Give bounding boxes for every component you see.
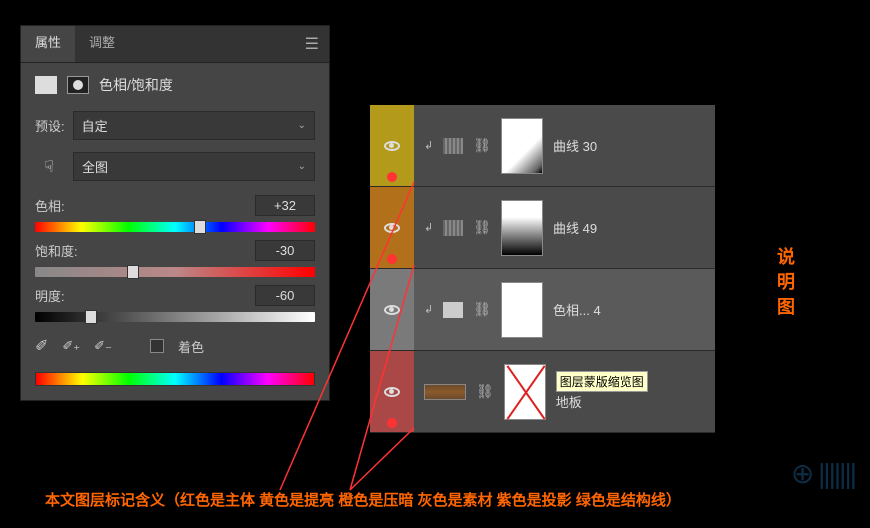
visibility-icon[interactable] <box>384 305 400 315</box>
link-icon[interactable]: ⛓ <box>473 137 491 154</box>
panel-header: 色相/饱和度 <box>21 63 329 107</box>
side-caption: 说 明 图 <box>777 245 795 321</box>
layer-color-tag[interactable] <box>370 105 414 186</box>
visibility-icon[interactable] <box>384 387 400 397</box>
layer-color-tag[interactable] <box>370 351 414 432</box>
layer-color-tag[interactable] <box>370 187 414 268</box>
lightness-label: 明度: <box>35 286 65 305</box>
link-icon[interactable]: ⛓ <box>473 219 491 236</box>
tab-properties[interactable]: 属性 <box>21 26 75 62</box>
panel-tabs: 属性 调整 ☰ <box>21 26 329 63</box>
mask-icon <box>67 76 89 94</box>
watermark: ⊕ ||||||| <box>791 457 855 490</box>
visibility-icon[interactable] <box>384 141 400 151</box>
properties-panel: 属性 调整 ☰ 色相/饱和度 预设: 自定 ⌄ ☟ 全图 ⌄ 色相: 饱和度: <box>20 25 330 401</box>
chevron-down-icon: ⌄ <box>298 161 306 172</box>
colorize-label: 着色 <box>178 337 204 356</box>
saturation-slider-group: 饱和度: <box>21 236 329 281</box>
eyedropper-icon[interactable]: ✐ <box>35 336 48 356</box>
preset-label: 预设: <box>35 116 65 135</box>
clip-icon: ↲ <box>424 303 433 316</box>
adjustment-icon <box>443 138 463 154</box>
eyedropper-row: ✐ ✐₊ ✐₋ 着色 <box>21 326 329 366</box>
eyedropper-add-icon[interactable]: ✐₊ <box>62 338 80 354</box>
saturation-slider[interactable] <box>35 267 315 277</box>
preset-value: 自定 <box>82 116 108 135</box>
layer-mask-thumb[interactable] <box>504 364 546 420</box>
layer-mask-thumb[interactable] <box>501 118 543 174</box>
layer-thumb[interactable] <box>424 384 466 400</box>
eyedropper-subtract-icon[interactable]: ✐₋ <box>94 338 112 354</box>
spectrum-bar <box>35 372 315 386</box>
layers-panel: ↲ ⛓ 曲线 30 ↲ ⛓ 曲线 49 ↲ ⛓ 色相... 4 <box>370 105 715 433</box>
mask-tooltip: 图层蒙版缩览图 <box>556 371 648 392</box>
link-icon[interactable]: ⛓ <box>473 301 491 318</box>
tab-adjustments[interactable]: 调整 <box>75 26 129 62</box>
colorize-checkbox[interactable] <box>150 339 164 353</box>
layer-name[interactable]: 曲线 49 <box>553 218 597 237</box>
layer-name[interactable]: 色相... 4 <box>553 300 601 319</box>
saturation-input[interactable] <box>255 240 315 261</box>
layer-name[interactable]: 地板 <box>556 395 582 410</box>
panel-title: 色相/饱和度 <box>99 75 173 95</box>
layer-row[interactable]: ⛓ 图层蒙版缩览图 地板 <box>370 351 715 433</box>
lightness-input[interactable] <box>255 285 315 306</box>
layer-row[interactable]: ↲ ⛓ 色相... 4 <box>370 269 715 351</box>
hue-slider-group: 色相: <box>21 191 329 236</box>
hand-tool-icon[interactable]: ☟ <box>35 155 63 179</box>
adjustment-type-icon <box>35 76 57 94</box>
range-row: ☟ 全图 ⌄ <box>21 148 329 191</box>
hue-slider[interactable] <box>35 222 315 232</box>
layer-name[interactable]: 曲线 30 <box>553 136 597 155</box>
layer-mask-thumb[interactable] <box>501 200 543 256</box>
slider-handle[interactable] <box>127 265 139 279</box>
clip-icon: ↲ <box>424 221 433 234</box>
visibility-icon[interactable] <box>384 223 400 233</box>
slider-handle[interactable] <box>194 220 206 234</box>
lightness-slider[interactable] <box>35 312 315 322</box>
layer-row[interactable]: ↲ ⛓ 曲线 49 <box>370 187 715 269</box>
preset-select[interactable]: 自定 ⌄ <box>73 111 315 140</box>
lightness-slider-group: 明度: <box>21 281 329 326</box>
hue-input[interactable] <box>255 195 315 216</box>
link-icon[interactable]: ⛓ <box>476 383 494 400</box>
chevron-down-icon: ⌄ <box>298 120 306 131</box>
clip-icon: ↲ <box>424 139 433 152</box>
adjustment-icon <box>443 220 463 236</box>
layer-mask-thumb[interactable] <box>501 282 543 338</box>
panel-menu-icon[interactable]: ☰ <box>295 26 329 62</box>
hue-label: 色相: <box>35 196 65 215</box>
range-value: 全图 <box>82 157 108 176</box>
layer-row[interactable]: ↲ ⛓ 曲线 30 <box>370 105 715 187</box>
annotation-dot <box>387 254 397 264</box>
adjustment-icon <box>443 302 463 318</box>
layer-color-tag[interactable] <box>370 269 414 350</box>
slider-handle[interactable] <box>85 310 97 324</box>
preset-row: 预设: 自定 ⌄ <box>21 107 329 148</box>
annotation-dot <box>387 172 397 182</box>
range-select[interactable]: 全图 ⌄ <box>73 152 315 181</box>
saturation-label: 饱和度: <box>35 241 78 260</box>
bottom-caption: 本文图层标记含义（红色是主体 黄色是提亮 橙色是压暗 灰色是素材 紫色是投影 绿… <box>45 489 850 510</box>
annotation-dot <box>387 418 397 428</box>
